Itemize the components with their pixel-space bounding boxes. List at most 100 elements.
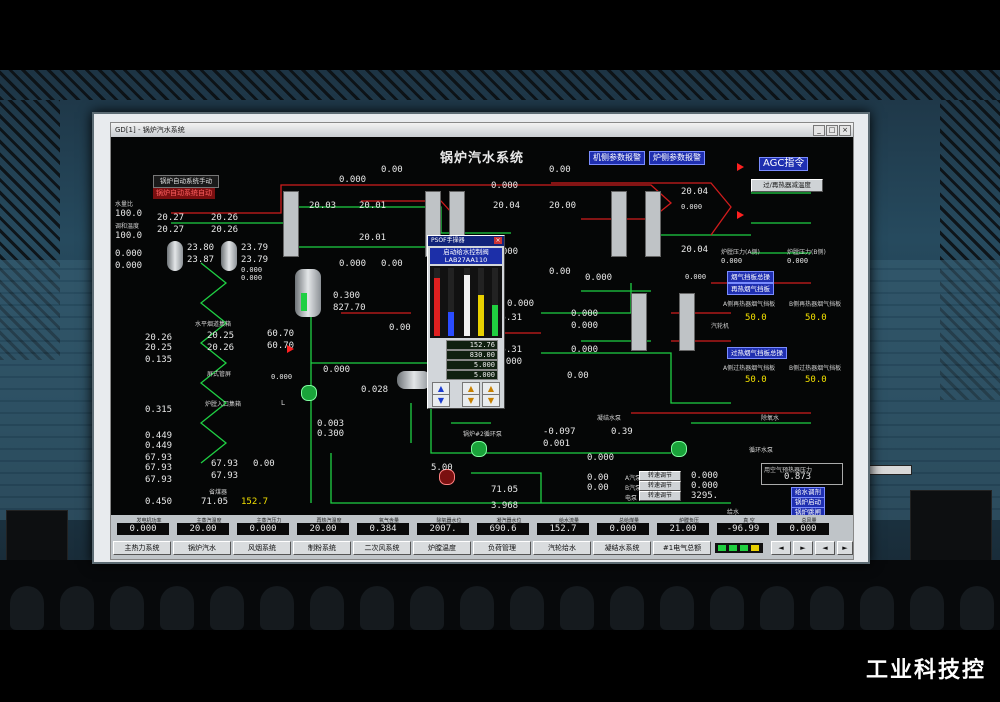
final-superheater <box>645 191 661 257</box>
storage-tank <box>295 269 321 317</box>
tank-level: 827.70 <box>333 303 366 313</box>
temp-value: 20.04 <box>681 245 709 255</box>
temp-value: 67.93 <box>211 471 239 481</box>
flow-value: 0.300 <box>317 429 345 439</box>
temp-value: 20.04 <box>681 187 709 197</box>
pressure-value: 0.000 <box>681 203 703 211</box>
blend-temp-value: 100.0 <box>115 231 143 241</box>
nav-turbine-feed[interactable]: 汽轮给水 <box>533 541 591 555</box>
pressure-value: 0.315 <box>145 405 173 415</box>
pressure-value: 0.450 <box>145 497 173 507</box>
bottom-value: 0.000 <box>237 523 289 535</box>
reheat-a-damper-label: A侧再热器烟气挡板 <box>723 301 776 308</box>
close-icon[interactable]: × <box>494 237 502 244</box>
machine-params-alarm-button[interactable]: 机侧参数报警 <box>589 151 645 165</box>
nav-condensate[interactable]: 凝结水系统 <box>593 541 651 555</box>
separator-ab-tank <box>167 241 183 271</box>
prev-page-button[interactable]: ◄ <box>815 541 835 555</box>
nav-furnace-temp[interactable]: 炉膛温度 <box>413 541 471 555</box>
nav-boiler-steam[interactable]: 锅炉汽水 <box>173 541 231 555</box>
reheat-b-damper-value: 50.0 <box>805 313 827 323</box>
bottom-value: 152.7 <box>537 523 589 535</box>
audience <box>0 560 1000 630</box>
faceplate-tag: LAB27AA110 <box>444 256 488 264</box>
high-temp-superheater <box>611 191 627 257</box>
step-lower-button[interactable]: ▼ <box>482 394 500 407</box>
status-light <box>751 545 759 551</box>
bottom-value: 20.00 <box>177 523 229 535</box>
boiler-params-alarm-button[interactable]: 炉侧参数报警 <box>649 151 705 165</box>
psof-faceplate-popup[interactable]: PSOF手操器 × 启动给水控制阀 LAB27AA110 152.76 830.0… <box>427 235 505 409</box>
valve-opening: 0.00 <box>549 165 571 175</box>
motor-pump-label: 电泵 <box>625 495 638 502</box>
next-page-button[interactable]: ► <box>793 541 813 555</box>
speed-value: 0.000 <box>691 471 719 481</box>
ceiling-truss <box>0 70 1000 100</box>
nav-air-flue[interactable]: 风烟系统 <box>233 541 291 555</box>
pressure-value: 0.449 <box>145 431 173 441</box>
boiler-auto-manual-button[interactable]: 锅炉自动系统手动 <box>153 175 219 188</box>
furnace-pressure-b: 0.000 <box>787 257 809 265</box>
boiler-recirc-pump[interactable] <box>471 441 487 457</box>
flow-value: 0.000 <box>585 273 613 283</box>
flow-value: 0.000 <box>323 365 351 375</box>
superheat-b-damper-value: 50.0 <box>805 375 827 385</box>
temp-value: 20.26 <box>211 213 239 223</box>
temp-value: 20.27 <box>157 213 185 223</box>
nav-pulverizing[interactable]: 制粉系统 <box>293 541 351 555</box>
watermark-text: 工业科技控 <box>865 658 986 683</box>
flow-value: 0.001 <box>543 439 571 449</box>
bottom-value: 20.00 <box>297 523 349 535</box>
temp-value: 20.01 <box>359 233 387 243</box>
separator-temp: 23.79 <box>241 243 269 253</box>
flow-value: 0.000 <box>571 309 599 319</box>
out2-bar-track <box>478 268 484 336</box>
reheat-flue-button[interactable]: 再热烟气挡板 <box>727 283 774 295</box>
flue-gas-total-button[interactable]: 烟气挡板总操 <box>727 271 774 283</box>
separator-temp: 23.79 <box>241 255 269 265</box>
speed-adjust-a-button[interactable]: 转速调节 <box>639 471 681 481</box>
pressure-value: 0.449 <box>145 441 173 451</box>
low-temp-reheater <box>631 293 647 351</box>
valve-opening: 0.39 <box>611 427 633 437</box>
level-label: L <box>281 399 285 407</box>
status-light <box>729 545 737 551</box>
fast-lower-button[interactable]: ▼ <box>462 394 480 407</box>
nav-secondary-air[interactable]: 二次风系统 <box>353 541 411 555</box>
next-page-button[interactable]: ► <box>837 541 853 555</box>
temp-value: 20.04 <box>493 201 521 211</box>
temp-value: 20.26 <box>207 343 235 353</box>
prev-page-button[interactable]: ◄ <box>771 541 791 555</box>
feed-flow-value: 152.7 <box>241 497 269 507</box>
nav-main-thermal[interactable]: 主热力系统 <box>113 541 171 555</box>
alarm-flag-icon <box>737 163 744 171</box>
superheat-a-damper-label: A侧过热器烟气挡板 <box>723 365 776 372</box>
temp-value: 71.05 <box>491 485 519 495</box>
speed-adjust-motor-button[interactable]: 转速调节 <box>639 491 681 501</box>
circulation-pump[interactable] <box>301 385 317 401</box>
pressure-value: 0.028 <box>361 385 389 395</box>
lower-arrow-button[interactable]: ▼ <box>432 394 450 407</box>
separator-temp: 23.80 <box>187 243 215 253</box>
superheat-a-damper-value: 50.0 <box>745 375 767 385</box>
flow-value: 0.000 <box>587 453 615 463</box>
temp-value: 67.93 <box>211 459 239 469</box>
reheat-a-damper-value: 50.0 <box>745 313 767 323</box>
status-light <box>740 545 748 551</box>
valve-opening: 0.00 <box>381 165 403 175</box>
nav-load-mgmt[interactable]: 负荷管理 <box>473 541 531 555</box>
superheat-flue-button[interactable]: 过热烟气挡板总操 <box>727 347 787 359</box>
separator-pressure: 0.000 <box>241 266 263 274</box>
nav-electrical[interactable]: #1电气总额 <box>653 541 711 555</box>
flow-value: 0.000 <box>685 273 707 281</box>
faceplate-name: 启动给水控制阀 <box>443 248 489 256</box>
separator-temp: 23.87 <box>187 255 215 265</box>
valve-opening: 0.00 <box>587 473 609 483</box>
agc-command-button[interactable]: AGC指令 <box>759 157 809 171</box>
circ-water-pump[interactable] <box>671 441 687 457</box>
alarm-flag-icon <box>737 211 744 219</box>
flow-value: 0.000 <box>571 321 599 331</box>
sp-bar-track <box>448 268 454 336</box>
speed-adjust-b-button[interactable]: 转速调节 <box>639 481 681 491</box>
reheater-spray-button[interactable]: 过/再热器减温度 <box>751 179 823 192</box>
